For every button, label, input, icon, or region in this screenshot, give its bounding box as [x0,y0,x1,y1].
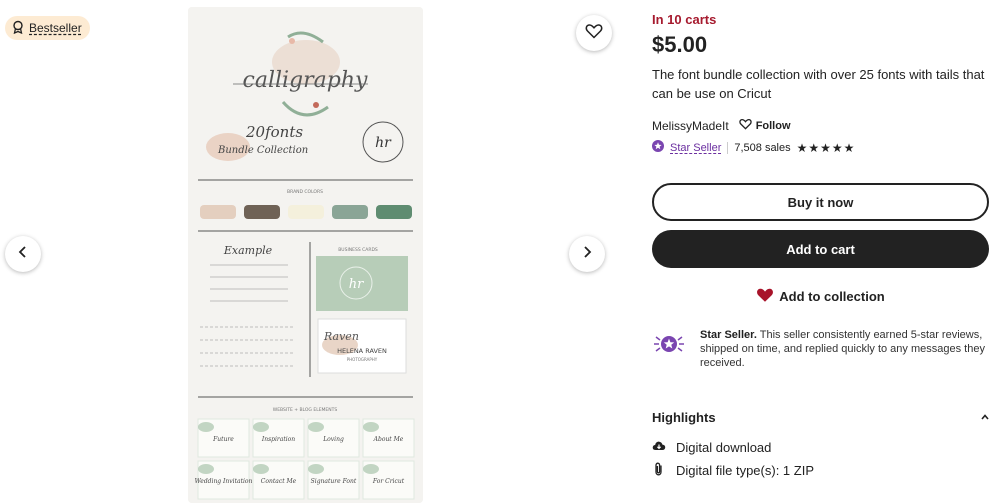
rating-stars[interactable]: ★★★★★ [797,141,856,155]
chevron-up-icon [980,410,990,425]
bundle-sub: Bundle Collection [217,145,308,156]
highlight-item: Digital download [652,440,771,455]
highlight-item: Digital file type(s): 1 ZIP [652,462,814,479]
web-element-tile: For Cricut [362,460,415,500]
business-cards-label: BUSINESS CARDS [338,247,378,253]
card-sub: PHOTOGRAPHY [347,357,378,362]
highlights-title: Highlights [652,410,716,425]
highlight-file-type: Digital file type(s): 1 ZIP [676,463,814,478]
highlights-header[interactable]: Highlights [652,410,990,425]
web-element-tile-label: Loving [322,436,344,443]
price: $5.00 [652,32,708,57]
brand-color-swatch [332,205,368,219]
web-element-tile-label: Contact Me [261,478,297,485]
web-element-tile: About Me [362,418,415,458]
svg-text:hr: hr [375,135,392,151]
heart-outline-icon [738,118,752,133]
star-seller-icon [652,140,664,155]
add-to-collection-button[interactable]: Add to collection [652,287,989,306]
calligraphy-text: calligraphy [243,68,369,93]
sales-count: 7,508 sales [727,141,791,154]
web-element-tile-label: Inspiration [261,436,295,443]
buy-it-now-button[interactable]: Buy it now [652,183,989,221]
bestseller-label: Bestseller [29,21,82,35]
web-elements-label: WEBSITE + BLOG ELEMENTS [273,407,338,413]
web-element-tile: Signature Font [307,460,360,500]
award-icon [11,20,25,37]
previous-image-button[interactable] [5,236,41,272]
seller-rating-row: Star Seller 7,508 sales ★★★★★ [652,140,855,155]
highlight-digital-download: Digital download [676,440,772,455]
card-name: HELENA RAVEN [337,347,387,355]
heart-icon [585,23,603,44]
web-element-tile-label: Future [212,436,234,443]
brand-color-swatch [288,205,324,219]
example-heading: Example [223,244,273,257]
star-seller-heading: Star Seller. [700,329,757,341]
brand-color-swatch [244,205,280,219]
web-element-tile-label: Wedding Invitation [195,478,253,485]
follow-label: Follow [755,119,791,132]
star-seller-link[interactable]: Star Seller [670,142,721,154]
chevron-right-icon [580,245,594,264]
next-image-button[interactable] [569,236,605,272]
web-element-tile: Contact Me [252,460,305,500]
brand-color-swatch [376,205,412,219]
heart-filled-icon [756,287,774,306]
bestseller-badge: Bestseller [5,16,90,40]
web-element-tile: Wedding Invitation [195,460,253,500]
add-to-collection-label: Add to collection [779,289,885,304]
svg-text:Raven: Raven [323,330,359,343]
web-element-tile: Loving [307,418,360,458]
shop-row: MelissyMadeIt Follow [652,118,791,133]
listing-title: The font bundle collection with over 25 … [652,67,985,101]
web-element-tile: Future [197,418,250,458]
star-seller-info: Star Seller. This seller consistently ea… [652,328,990,370]
favorite-button[interactable] [576,15,612,51]
web-element-tile: Inspiration [252,418,305,458]
shop-name-link[interactable]: MelissyMadeIt [652,119,729,133]
star-seller-description: Star Seller. This seller consistently ea… [700,328,990,370]
follow-button[interactable]: Follow [738,118,791,133]
star-seller-badge-icon [652,328,688,370]
svg-text:hr: hr [349,277,364,292]
paperclip-icon [652,462,666,479]
chevron-left-icon [16,245,30,264]
cloud-download-icon [652,440,666,455]
web-element-tile-label: For Cricut [372,478,405,485]
web-element-tile-label: About Me [373,436,404,443]
product-image[interactable]: calligraphy 20fonts Bundle Collection hr… [188,7,423,503]
bundle-title: 20fonts [245,123,303,141]
add-to-cart-button[interactable]: Add to cart [652,230,989,268]
brand-colors-label: BRAND COLORS [287,189,323,195]
web-element-tile-label: Signature Font [311,478,357,485]
in-carts-notice: In 10 carts [652,12,717,27]
brand-color-swatch [200,205,236,219]
